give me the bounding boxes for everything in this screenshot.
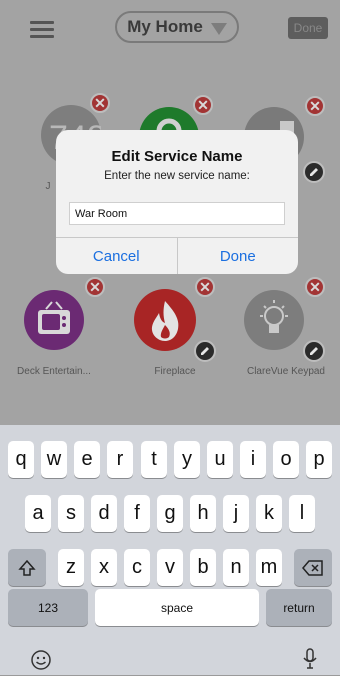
key-c[interactable]: c: [124, 549, 150, 586]
return-key[interactable]: return: [266, 589, 332, 626]
key-b[interactable]: b: [190, 549, 216, 586]
key-q[interactable]: q: [8, 441, 34, 478]
key-p[interactable]: p: [306, 441, 332, 478]
tile-keypad[interactable]: [244, 290, 304, 350]
key-f[interactable]: f: [124, 495, 150, 532]
home-selector[interactable]: My Home: [115, 11, 239, 43]
flame-icon: [151, 301, 179, 341]
key-d[interactable]: d: [91, 495, 117, 532]
key-h[interactable]: h: [190, 495, 216, 532]
key-i[interactable]: i: [240, 441, 266, 478]
menu-icon[interactable]: [30, 21, 54, 39]
triangle-down-icon: [210, 22, 227, 35]
key-e[interactable]: e: [74, 441, 100, 478]
lightbulb-icon: [260, 300, 288, 333]
tile-label-keypad: ClareVue Keypad: [246, 366, 325, 377]
dialog-message: Enter the new service name:: [104, 170, 250, 182]
remove-keypad-icon[interactable]: ✕: [305, 277, 325, 297]
tile-label-deck: Deck Entertain...: [17, 366, 91, 377]
keyboard: q w e r t y u i o p a s d f g h j k l z …: [0, 425, 340, 675]
backspace-icon: [302, 559, 323, 576]
edit-pencil-icon[interactable]: [303, 340, 325, 362]
done-button[interactable]: Done: [176, 238, 299, 274]
key-t[interactable]: t: [141, 441, 167, 478]
space-key[interactable]: space: [95, 589, 259, 626]
key-o[interactable]: o: [273, 441, 299, 478]
remove-fireplace-icon[interactable]: ✕: [195, 277, 215, 297]
key-u[interactable]: u: [207, 441, 233, 478]
edit-pencil-icon[interactable]: [194, 340, 216, 362]
key-a[interactable]: a: [25, 495, 51, 532]
service-name-input[interactable]: [69, 202, 285, 225]
key-r[interactable]: r: [107, 441, 133, 478]
key-y[interactable]: y: [174, 441, 200, 478]
tile-fireplace[interactable]: [134, 289, 196, 351]
backspace-key[interactable]: [294, 549, 332, 586]
remove-deck-icon[interactable]: ✕: [85, 277, 105, 297]
tile-label-fireplace: Fireplace: [154, 366, 196, 377]
key-g[interactable]: g: [157, 495, 183, 532]
shift-key[interactable]: [8, 549, 46, 586]
key-z[interactable]: z: [58, 549, 84, 586]
key-s[interactable]: s: [58, 495, 84, 532]
key-w[interactable]: w: [41, 441, 67, 478]
key-x[interactable]: x: [91, 549, 117, 586]
numbers-key[interactable]: 123: [8, 589, 88, 626]
edit-service-name-dialog: Edit Service Name Enter the new service …: [56, 130, 298, 274]
cancel-button[interactable]: Cancel: [56, 238, 177, 274]
key-k[interactable]: k: [256, 495, 282, 532]
remove-clock-icon[interactable]: ✕: [90, 93, 110, 113]
top-done-button[interactable]: Done: [288, 17, 328, 39]
edit-pencil-icon[interactable]: [303, 161, 325, 183]
key-l[interactable]: l: [289, 495, 315, 532]
tile-deck[interactable]: [24, 290, 84, 350]
dialog-buttons: Cancel Done: [56, 237, 298, 274]
remove-lock-icon[interactable]: ✕: [193, 95, 213, 115]
remove-door-icon[interactable]: ✕: [305, 96, 325, 116]
tv-icon: [38, 301, 70, 334]
key-n[interactable]: n: [223, 549, 249, 586]
home-title: My Home: [127, 17, 203, 36]
microphone-icon[interactable]: [302, 647, 318, 671]
dialog-title: Edit Service Name: [111, 148, 243, 165]
shift-icon: [18, 559, 36, 576]
emoji-icon[interactable]: [30, 649, 52, 671]
key-v[interactable]: v: [157, 549, 183, 586]
key-j[interactable]: j: [223, 495, 249, 532]
key-m[interactable]: m: [256, 549, 282, 586]
